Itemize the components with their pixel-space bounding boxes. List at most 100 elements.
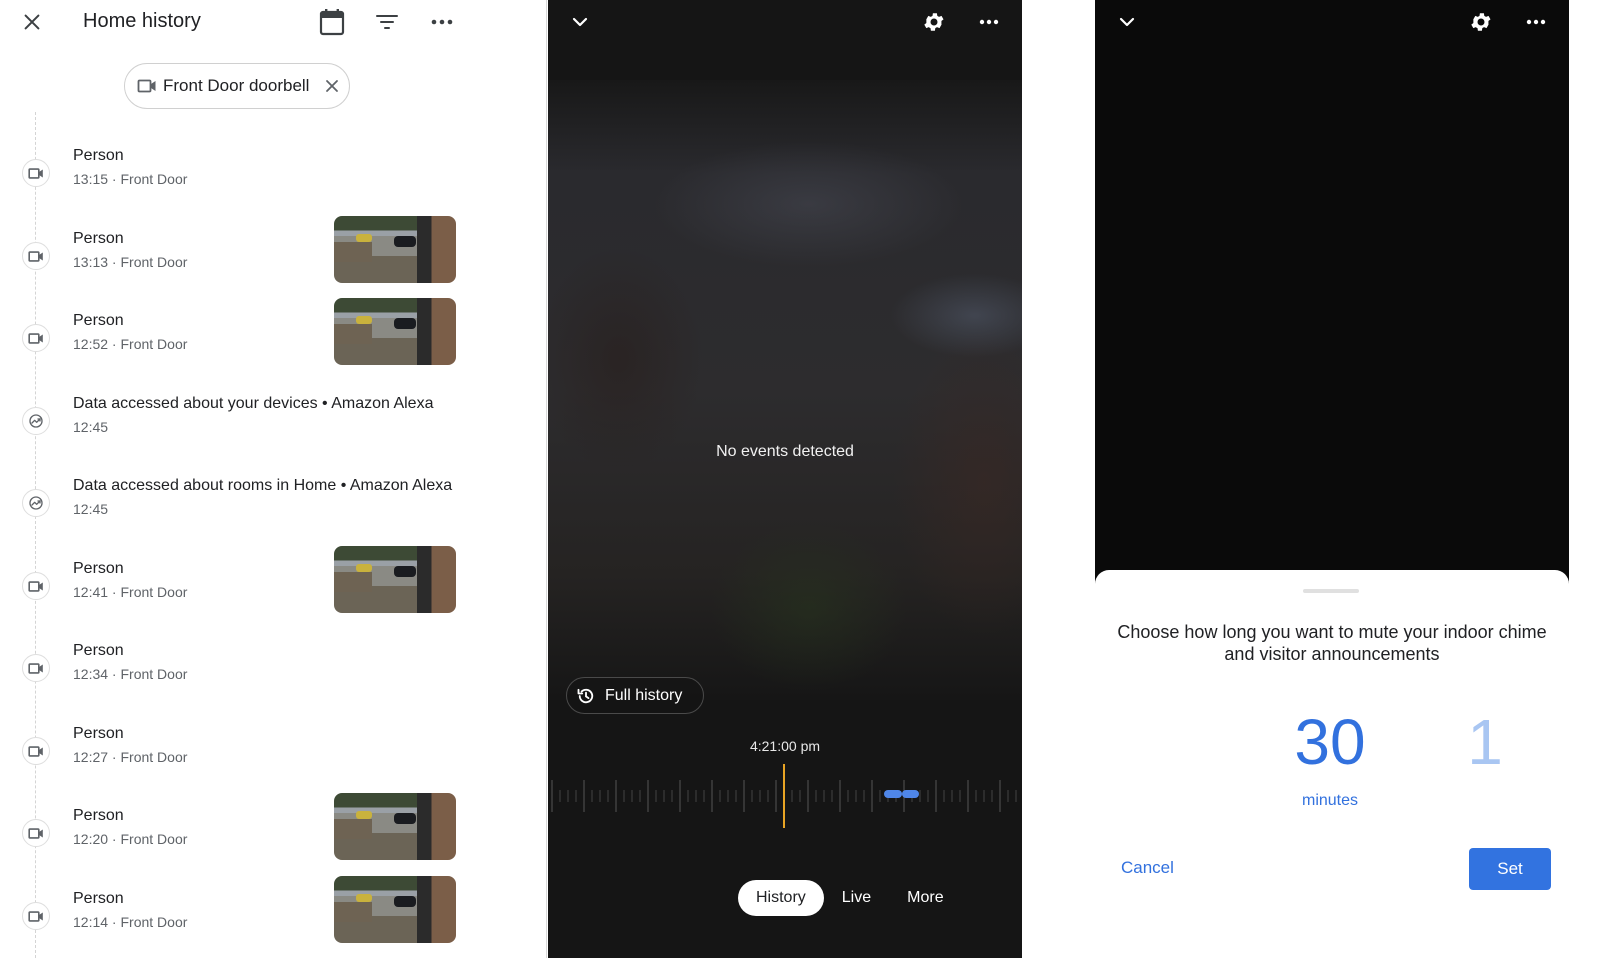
thumbnail-car (394, 813, 416, 824)
full-history-label: Full history (605, 686, 683, 704)
more-options-button[interactable] (975, 8, 1003, 36)
event-thumbnail[interactable] (334, 793, 456, 860)
close-button[interactable] (18, 8, 46, 36)
calendar-button[interactable] (318, 8, 346, 36)
tab-history[interactable]: History (738, 880, 824, 916)
event-type-badge (22, 572, 50, 600)
collapse-button[interactable] (566, 8, 594, 36)
thumbnail-car (356, 316, 372, 324)
collapse-button[interactable] (1113, 8, 1141, 36)
event-segment[interactable] (902, 790, 919, 798)
event-thumbnail[interactable] (334, 298, 456, 365)
event-type-badge (22, 159, 50, 187)
duration-picker-next[interactable]: 1 (1455, 706, 1515, 778)
event-thumbnail[interactable] (334, 216, 456, 283)
event-type-badge (22, 489, 50, 517)
event-title: Data accessed about rooms in Home • Amaz… (73, 477, 453, 494)
camera-feed-preview (548, 80, 1022, 700)
duration-picker-selected[interactable]: 30 (1255, 706, 1405, 778)
list-item[interactable]: Person 12:27 · Front Door (0, 720, 547, 790)
close-icon (326, 80, 339, 92)
event-type-badge (22, 819, 50, 847)
event-subtitle: 12:34 · Front Door (73, 666, 188, 682)
timeline-scrubber[interactable] (548, 762, 1022, 832)
more-options-button[interactable] (428, 8, 456, 36)
thumbnail-wall (334, 572, 372, 592)
thumbnail-car (356, 894, 372, 902)
filter-button[interactable] (373, 8, 401, 36)
event-title: Person (73, 807, 124, 824)
event-subtitle: 12:45 (73, 501, 109, 517)
event-title: Person (73, 642, 124, 659)
list-item[interactable]: Person 12:52 · Front Door (0, 298, 547, 377)
videocam-icon (28, 250, 43, 262)
more-options-button[interactable] (1522, 8, 1550, 36)
event-thumbnail[interactable] (334, 546, 456, 613)
home-history-panel: Home history Front Door doorbell Person 1… (0, 0, 547, 958)
event-subtitle: 13:15 · Front Door (73, 171, 188, 187)
list-item[interactable]: Person 12:41 · Front Door (0, 546, 547, 625)
mute-chime-panel: Choose how long you want to mute your in… (1095, 0, 1569, 958)
videocam-icon (28, 332, 43, 344)
chevron-down-icon (1119, 17, 1135, 27)
event-segment[interactable] (884, 790, 902, 798)
no-events-message: No events detected (716, 443, 854, 460)
data-access-icon (29, 414, 43, 428)
more-horiz-icon (979, 19, 999, 25)
thumbnail-wall (334, 902, 372, 922)
event-subtitle: 13:13 · Front Door (73, 254, 188, 270)
playhead[interactable] (783, 764, 785, 828)
filter-icon (376, 15, 398, 29)
event-subtitle: 12:52 · Front Door (73, 336, 188, 352)
camera-history-panel: No events detected Full history 4:21:00 … (548, 0, 1022, 958)
mute-bottom-sheet: Choose how long you want to mute your in… (1095, 570, 1569, 958)
list-item[interactable]: Data accessed about rooms in Home • Amaz… (0, 472, 547, 542)
thumbnail-car (394, 566, 416, 577)
event-title: Person (73, 725, 124, 742)
cancel-button[interactable]: Cancel (1121, 858, 1174, 878)
list-item[interactable]: Person 13:13 · Front Door (0, 216, 547, 295)
thumbnail-car (394, 318, 416, 329)
data-access-icon (29, 496, 43, 510)
thumbnail-car (394, 236, 416, 247)
thumbnail-wall (334, 324, 372, 344)
tab-more[interactable]: More (889, 880, 961, 916)
gear-icon (924, 13, 944, 31)
calendar-icon (319, 9, 345, 36)
thumbnail-car (394, 896, 416, 907)
videocam-icon (28, 910, 43, 922)
event-subtitle: 12:14 · Front Door (73, 914, 188, 930)
close-icon (24, 14, 40, 30)
event-thumbnail[interactable] (334, 876, 456, 943)
list-item[interactable]: Person 12:20 · Front Door (0, 793, 547, 872)
set-button[interactable]: Set (1469, 848, 1551, 890)
videocam-icon (28, 167, 43, 179)
event-title: Person (73, 890, 124, 907)
list-item[interactable]: Person 12:34 · Front Door (0, 637, 547, 707)
sheet-drag-handle[interactable] (1303, 589, 1359, 593)
videocam-icon (28, 662, 43, 674)
settings-button[interactable] (1467, 8, 1495, 36)
videocam-icon (28, 827, 43, 839)
history-top-bar: Home history (0, 0, 547, 44)
list-item[interactable]: Person 12:14 · Front Door (0, 876, 547, 955)
event-type-badge (22, 737, 50, 765)
remove-filter-button[interactable] (325, 79, 339, 93)
event-title: Data accessed about your devices • Amazo… (73, 395, 434, 412)
event-subtitle: 12:45 (73, 419, 109, 435)
thumbnail-car (356, 811, 372, 819)
view-tabs: History Live More (738, 880, 962, 916)
device-filter-chip[interactable]: Front Door doorbell (124, 63, 350, 109)
more-horiz-icon (431, 19, 453, 25)
event-title: Person (73, 312, 124, 329)
history-icon (577, 688, 594, 703)
full-history-button[interactable]: Full history (566, 677, 704, 714)
videocam-icon (28, 745, 43, 757)
list-item[interactable]: Data accessed about your devices • Amazo… (0, 390, 547, 460)
thumbnail-wall (334, 242, 372, 262)
current-time-readout: 4:21:00 pm (548, 738, 1022, 754)
list-item[interactable]: Person 13:15 · Front Door (0, 142, 547, 212)
settings-button[interactable] (920, 8, 948, 36)
videocam-icon (137, 79, 156, 93)
tab-live[interactable]: Live (824, 880, 889, 916)
